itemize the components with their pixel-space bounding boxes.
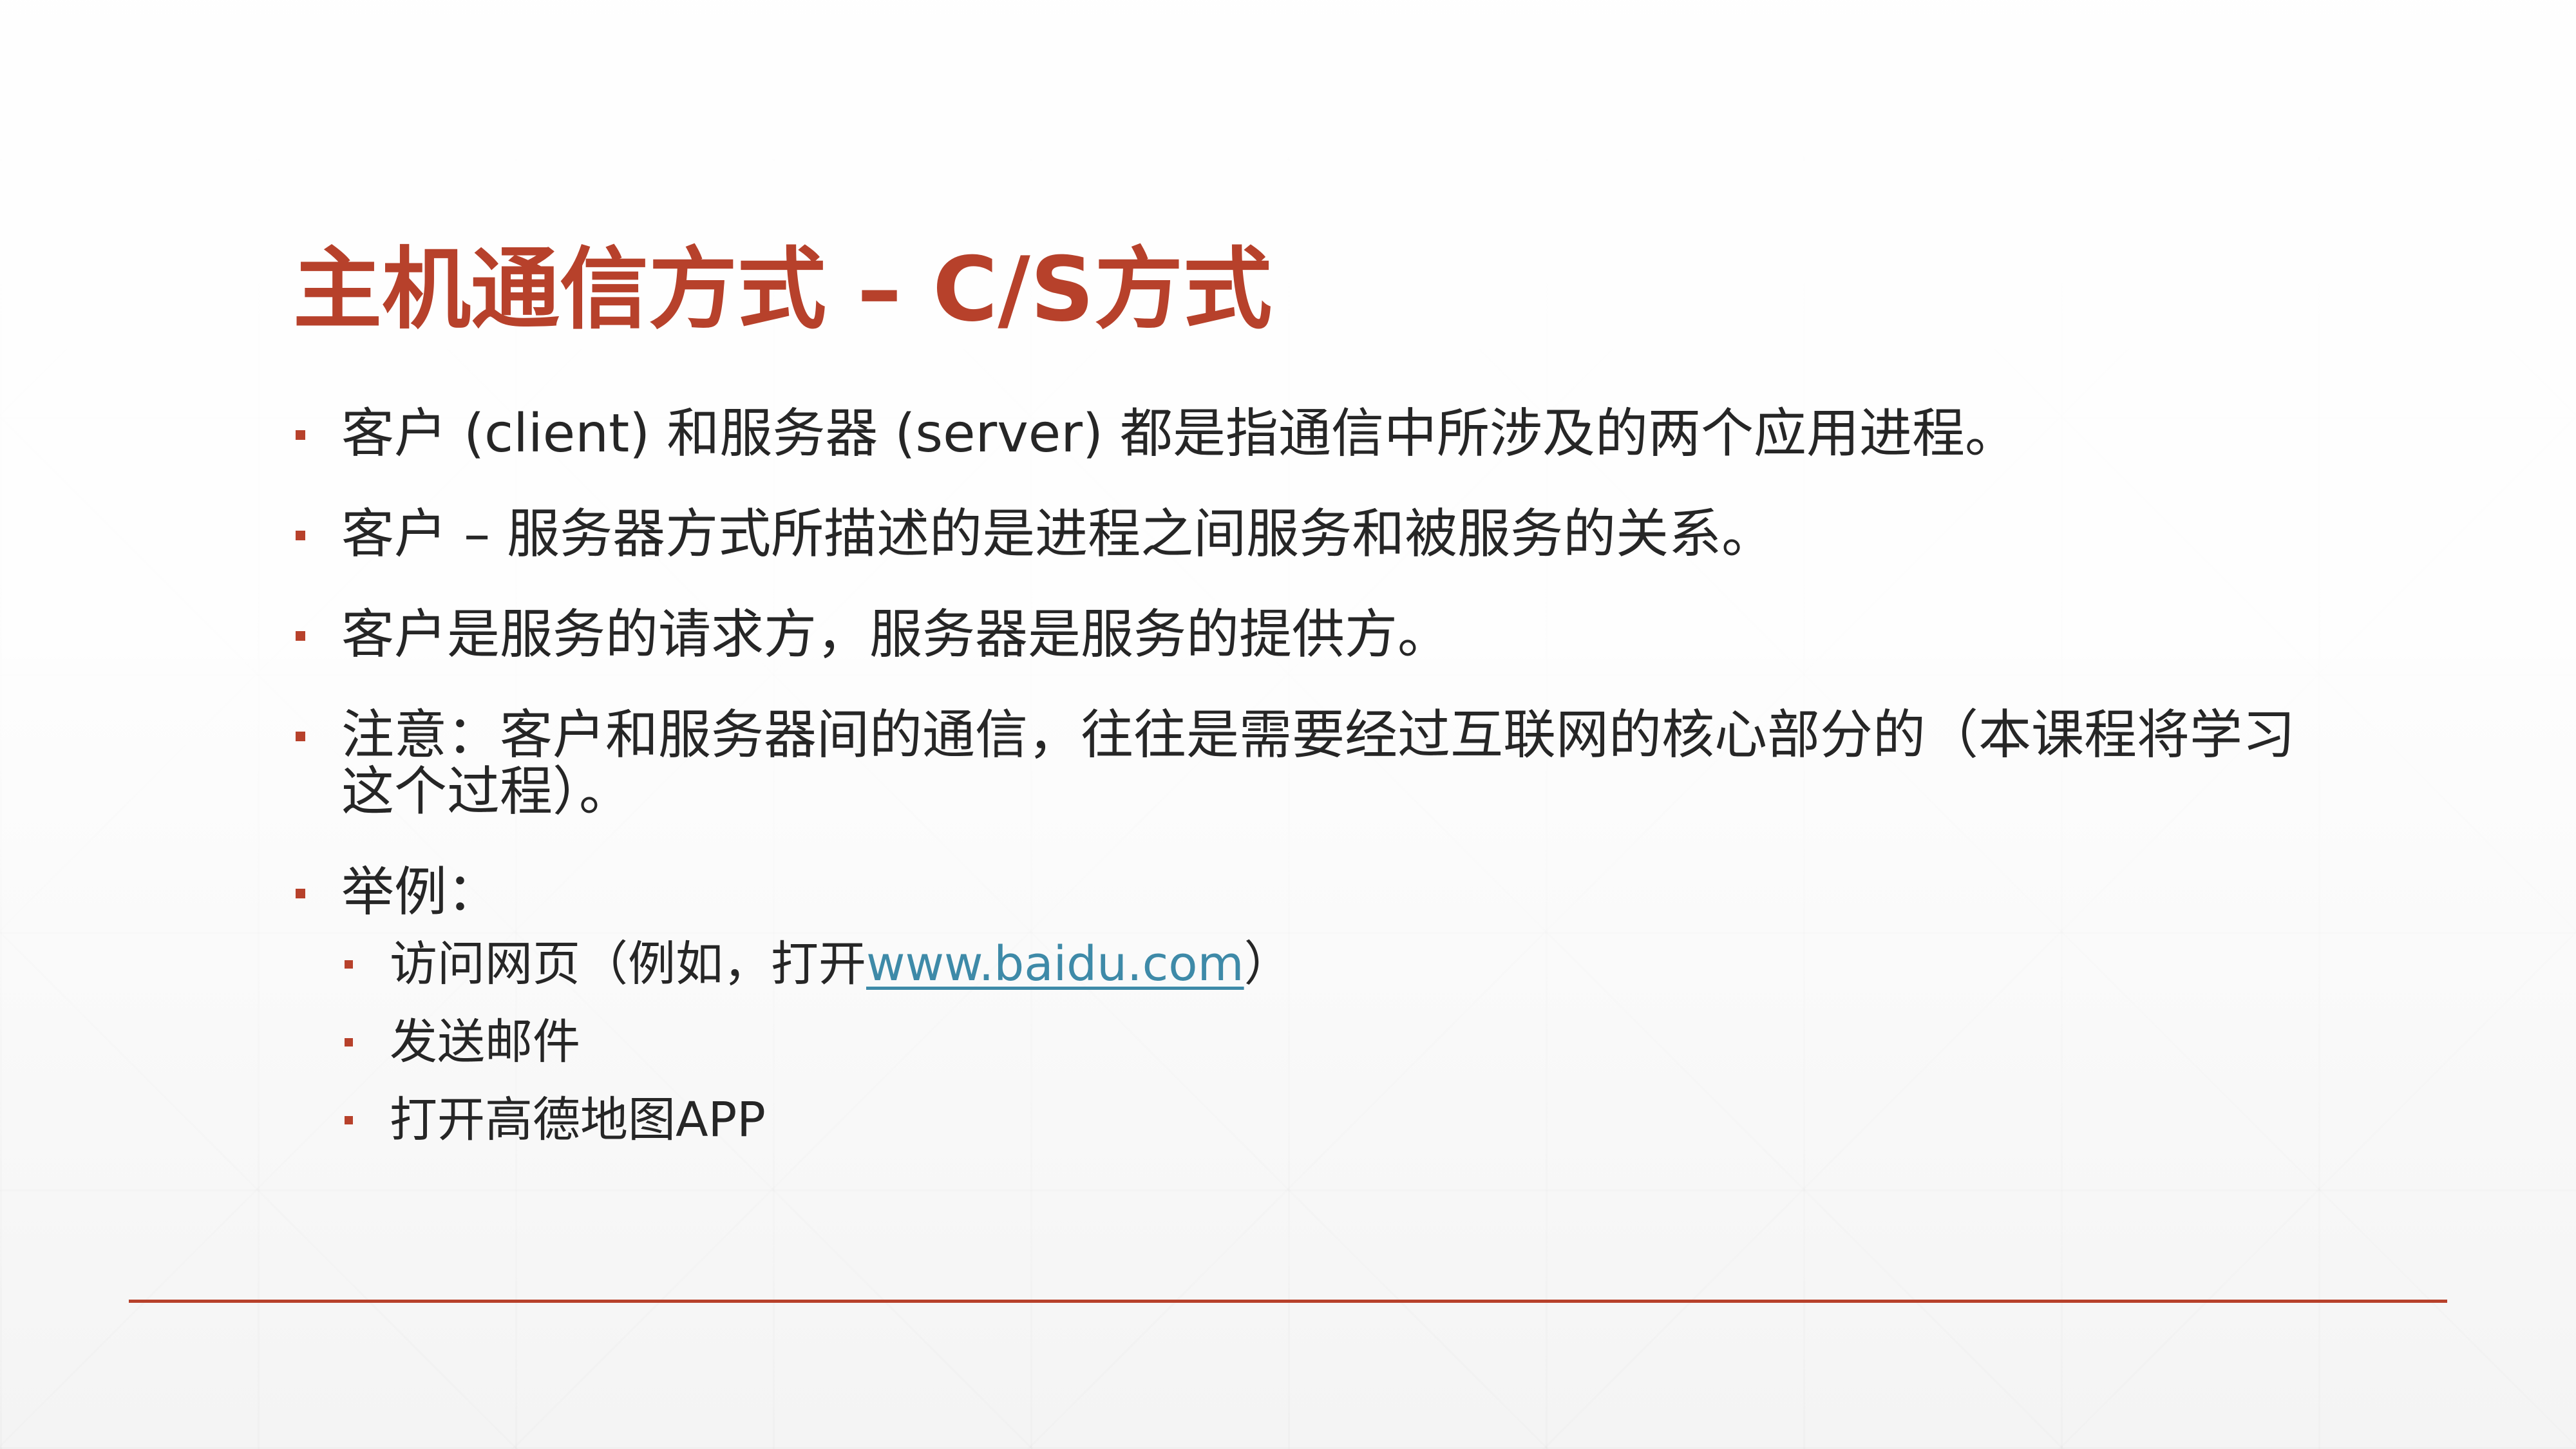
bullet-text: 举例： <box>341 862 500 923</box>
bullet-marker-icon <box>296 430 305 440</box>
bullet-text: 客户是服务的请求方，服务器是服务的提供方。 <box>341 604 1451 665</box>
bullet-marker-icon <box>296 631 305 641</box>
bullet-examples: 举例： 访问网页（例如，打开www.baidu.com） 发送邮件 打开高德地图… <box>293 864 2322 1148</box>
footer-divider <box>129 1300 2447 1303</box>
example-text: 发送邮件 <box>390 1014 580 1070</box>
example-suffix: ） <box>1244 936 1292 992</box>
bullet-text: 客户 (client) 和服务器 (server) 都是指通信中所涉及的两个应用… <box>341 403 2018 464</box>
bullet-marker-icon <box>296 732 305 741</box>
bullet-marker-icon <box>296 889 305 898</box>
sub-bullet-marker-icon <box>345 960 353 969</box>
bullet-relationship: 客户 – 服务器方式所描述的是进程之间服务和被服务的关系。 <box>293 506 2322 563</box>
bullet-client-server-definition: 客户 (client) 和服务器 (server) 都是指通信中所涉及的两个应用… <box>293 406 2322 462</box>
bullet-roles: 客户是服务的请求方，服务器是服务的提供方。 <box>293 607 2322 663</box>
example-list: 访问网页（例如，打开www.baidu.com） 发送邮件 打开高德地图APP <box>341 936 2322 1148</box>
bullet-note: 注意：客户和服务器间的通信，往往是需要经过互联网的核心部分的（本课程将学习这个过… <box>293 707 2325 820</box>
sub-bullet-marker-icon <box>345 1038 353 1046</box>
baidu-link[interactable]: www.baidu.com <box>866 936 1244 992</box>
example-prefix: 访问网页（例如，打开 <box>390 936 866 992</box>
bullet-marker-icon <box>296 531 305 540</box>
example-send-email: 发送邮件 <box>341 1014 2322 1070</box>
example-text: 打开高德地图APP <box>390 1092 766 1148</box>
sub-bullet-marker-icon <box>345 1116 353 1124</box>
bullet-text: 客户 – 服务器方式所描述的是进程之间服务和被服务的关系。 <box>341 504 1775 565</box>
bullet-text: 注意：客户和服务器间的通信，往往是需要经过互联网的核心部分的（本课程将学习这个过… <box>341 705 2296 822</box>
example-web-browsing: 访问网页（例如，打开www.baidu.com） <box>341 936 2322 992</box>
example-map-app: 打开高德地图APP <box>341 1092 2322 1148</box>
slide-title: 主机通信方式 – C/S方式 <box>293 238 1273 341</box>
bullet-list: 客户 (client) 和服务器 (server) 都是指通信中所涉及的两个应用… <box>293 406 2322 1191</box>
